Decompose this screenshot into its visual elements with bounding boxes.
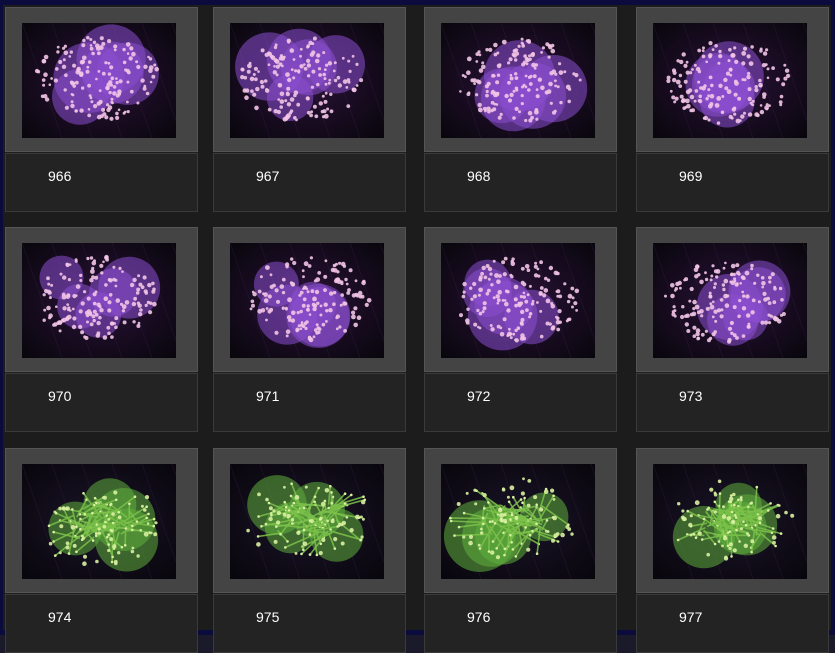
thumbnail-frame[interactable] [636,227,829,372]
gallery-item[interactable]: 975 [213,448,406,653]
caption-bar: 968 [424,153,617,212]
item-number-label[interactable]: 973 [679,388,702,404]
caption-bar: 966 [5,153,198,212]
gallery-item[interactable]: 971 [213,227,406,432]
item-number-label[interactable]: 974 [48,609,71,625]
caption-bar: 969 [636,153,829,212]
gallery-item[interactable]: 969 [636,7,829,212]
caption-bar: 972 [424,373,617,432]
gallery-item[interactable]: 968 [424,7,617,212]
gallery-item[interactable]: 972 [424,227,617,432]
thumbnail-frame[interactable] [213,227,406,372]
gallery-item[interactable]: 973 [636,227,829,432]
gallery-item[interactable]: 974 [5,448,198,653]
coral-thumbnail-image[interactable] [653,243,807,358]
gallery-item[interactable]: 970 [5,227,198,432]
thumbnail-frame[interactable] [424,7,617,152]
coral-thumbnail-image[interactable] [22,23,176,138]
thumbnail-frame[interactable] [5,7,198,152]
thumbnail-frame[interactable] [636,448,829,593]
coral-thumbnail-image[interactable] [441,243,595,358]
item-number-label[interactable]: 967 [256,168,279,184]
coral-thumbnail-image[interactable] [441,464,595,579]
gallery-item[interactable]: 966 [5,7,198,212]
caption-bar: 977 [636,594,829,653]
thumbnail-frame[interactable] [213,7,406,152]
thumbnail-frame[interactable] [424,448,617,593]
item-number-label[interactable]: 975 [256,609,279,625]
item-number-label[interactable]: 969 [679,168,702,184]
coral-thumbnail-image[interactable] [653,23,807,138]
caption-bar: 974 [5,594,198,653]
item-number-label[interactable]: 966 [48,168,71,184]
thumbnail-frame[interactable] [5,227,198,372]
thumbnail-frame[interactable] [636,7,829,152]
coral-thumbnail-image[interactable] [230,464,384,579]
thumbnail-frame[interactable] [424,227,617,372]
caption-bar: 971 [213,373,406,432]
coral-thumbnail-image[interactable] [653,464,807,579]
caption-bar: 970 [5,373,198,432]
coral-thumbnail-image[interactable] [22,464,176,579]
gallery-item[interactable]: 976 [424,448,617,653]
caption-bar: 975 [213,594,406,653]
caption-bar: 976 [424,594,617,653]
caption-bar: 973 [636,373,829,432]
coral-thumbnail-image[interactable] [230,243,384,358]
thumbnail-frame[interactable] [213,448,406,593]
item-number-label[interactable]: 976 [467,609,490,625]
coral-thumbnail-image[interactable] [22,243,176,358]
gallery-item[interactable]: 977 [636,448,829,653]
item-number-label[interactable]: 968 [467,168,490,184]
item-number-label[interactable]: 970 [48,388,71,404]
gallery-item[interactable]: 967 [213,7,406,212]
coral-thumbnail-image[interactable] [230,23,384,138]
item-number-label[interactable]: 971 [256,388,279,404]
thumbnail-frame[interactable] [5,448,198,593]
item-number-label[interactable]: 972 [467,388,490,404]
item-number-label[interactable]: 977 [679,609,702,625]
caption-bar: 967 [213,153,406,212]
coral-thumbnail-image[interactable] [441,23,595,138]
